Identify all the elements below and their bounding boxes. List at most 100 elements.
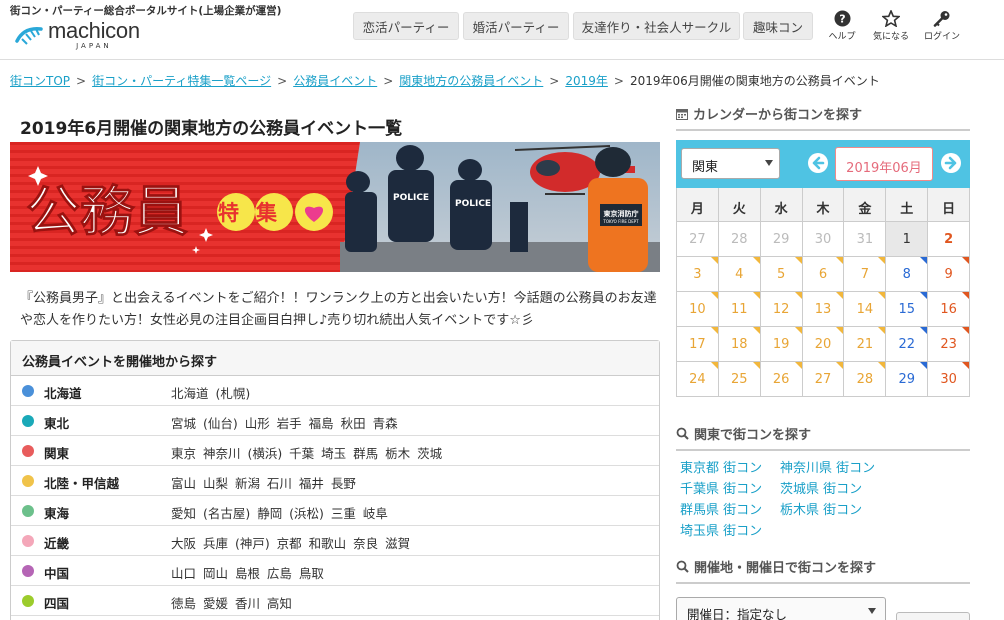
region-prefectures[interactable]: 大阪 兵庫 (神戸) 京都 和歌山 奈良 滋賀 — [171, 533, 410, 552]
event-flag-icon — [836, 362, 844, 369]
calendar-day[interactable]: 30 — [928, 362, 971, 397]
event-flag-icon — [752, 292, 760, 299]
calendar-day[interactable]: 22 — [886, 327, 929, 362]
calendar-day[interactable]: 29 — [886, 362, 929, 397]
region-dot-icon — [22, 595, 34, 607]
breadcrumb-link-top[interactable]: 街コンTOP — [10, 74, 70, 88]
calendar-day-number: 29 — [898, 372, 915, 387]
calendar-day[interactable]: 15 — [886, 292, 929, 327]
breadcrumb-link-year[interactable]: 2019年 — [565, 74, 608, 88]
calendar-day[interactable]: 5 — [760, 257, 803, 292]
feature-banner[interactable]: POLICE POLICE 東京消防庁 TOKYO FIRE DEPT 公務員 — [10, 142, 660, 272]
calendar-day[interactable]: 12 — [760, 292, 803, 327]
region-name[interactable]: 近畿 — [44, 533, 69, 552]
calendar-day-number: 18 — [731, 337, 748, 352]
prefecture-link[interactable]: 神奈川県 街コン — [780, 458, 880, 479]
calendar-day[interactable]: 10 — [677, 292, 719, 327]
calendar-day-number: 26 — [772, 372, 790, 387]
calendar-day: 31 — [844, 222, 887, 257]
prefecture-link[interactable]: 埼玉県 街コン — [680, 521, 780, 542]
event-flag-icon — [794, 257, 802, 264]
calendar-day[interactable]: 9 — [928, 257, 971, 292]
calendar-day-number: 24 — [689, 372, 706, 387]
calendar-day[interactable]: 4 — [718, 257, 761, 292]
prefecture-link[interactable]: 群馬県 街コン — [680, 500, 780, 521]
region-prefectures[interactable]: 東京 神奈川 (横浜) 千葉 埼玉 群馬 栃木 茨城 — [171, 443, 442, 462]
help-link[interactable]: ? ヘルプ — [817, 10, 867, 42]
key-icon — [933, 11, 950, 27]
region-prefectures[interactable]: 宮城 (仙台) 山形 岩手 福島 秋田 青森 — [171, 413, 398, 432]
calendar-day[interactable]: 19 — [760, 327, 803, 362]
region-name[interactable]: 東北 — [44, 413, 69, 432]
search-button[interactable] — [896, 612, 970, 620]
region-name[interactable]: 四国 — [44, 593, 69, 612]
nav-hobby-con[interactable]: 趣味コン — [743, 12, 813, 40]
feature-badge: 特集 — [217, 193, 333, 231]
calendar-day[interactable]: 3 — [677, 257, 719, 292]
fire-dept-text: 東京消防庁 — [604, 209, 639, 218]
calendar-day-number: 22 — [898, 337, 915, 352]
calendar-day[interactable]: 20 — [802, 327, 845, 362]
region-name[interactable]: 北陸・甲信越 — [44, 473, 119, 492]
calendar-day[interactable]: 6 — [802, 257, 845, 292]
prefecture-link[interactable]: 東京都 街コン — [680, 458, 780, 479]
region-name[interactable]: 関東 — [44, 443, 69, 462]
region-dot-icon — [22, 475, 34, 487]
login-link[interactable]: ログイン — [917, 10, 967, 42]
calendar-day[interactable]: 25 — [718, 362, 761, 397]
breadcrumb-separator: > — [613, 74, 624, 88]
breadcrumb-link-kanto[interactable]: 関東地方の公務員イベント — [399, 74, 543, 88]
nav-konkatsu-party[interactable]: 婚活パーティー — [463, 12, 569, 40]
prefecture-link[interactable]: 茨城県 街コン — [780, 479, 880, 500]
calendar-day[interactable]: 17 — [677, 327, 719, 362]
region-search-heading: 公務員イベントを開催地から探す — [11, 341, 659, 376]
area-select-value: 関東 — [692, 160, 719, 175]
month-display[interactable]: 2019年06月 — [835, 147, 933, 181]
date-select[interactable]: 開催日：指定なし — [676, 597, 886, 620]
calendar-day[interactable]: 13 — [802, 292, 845, 327]
event-flag-icon — [710, 257, 718, 264]
site-logo[interactable]: machicon JAPAN — [14, 20, 140, 52]
calendar-day[interactable]: 11 — [718, 292, 761, 327]
region-prefectures[interactable]: 富山 山梨 新潟 石川 福井 長野 — [171, 473, 356, 492]
nav-friends-circle[interactable]: 友達作り・社会人サークル — [573, 12, 740, 40]
region-dot-icon — [22, 505, 34, 517]
calendar-day[interactable]: 27 — [802, 362, 845, 397]
calendar-day[interactable]: 24 — [677, 362, 719, 397]
calendar-day[interactable]: 2 — [928, 222, 971, 257]
calendar-day[interactable]: 8 — [886, 257, 929, 292]
svg-text:?: ? — [839, 13, 845, 26]
prefecture-heading: 関東で街コンを探す — [676, 424, 970, 451]
favorites-link[interactable]: 気になる — [866, 10, 916, 42]
banner-title: 公務員 — [26, 179, 188, 243]
event-flag-icon — [752, 327, 760, 334]
region-name[interactable]: 北海道 — [44, 383, 82, 402]
prev-month-button[interactable] — [808, 153, 828, 173]
calendar-day-number: 14 — [856, 302, 874, 317]
region-prefectures[interactable]: 徳島 愛媛 香川 高知 — [171, 593, 292, 612]
calendar-day[interactable]: 26 — [760, 362, 803, 397]
calendar-day[interactable]: 7 — [844, 257, 887, 292]
calendar-day[interactable]: 16 — [928, 292, 971, 327]
calendar-weekday: 水 — [760, 188, 803, 222]
region-prefectures[interactable]: 北海道 (札幌) — [171, 383, 250, 402]
region-prefectures[interactable]: 山口 岡山 島根 広島 鳥取 — [171, 563, 324, 582]
region-name[interactable]: 中国 — [44, 563, 69, 582]
calendar-day: 27 — [677, 222, 719, 257]
calendar-day[interactable]: 28 — [844, 362, 887, 397]
calendar-day-number: 1 — [902, 232, 911, 247]
area-select[interactable]: 関東 — [681, 148, 780, 179]
nav-koikatsu-party[interactable]: 恋活パーティー — [353, 12, 459, 40]
calendar-day[interactable]: 1 — [886, 222, 929, 257]
prefecture-link[interactable]: 栃木県 街コン — [780, 500, 880, 521]
prefecture-link[interactable]: 千葉県 街コン — [680, 479, 780, 500]
calendar-day[interactable]: 21 — [844, 327, 887, 362]
calendar-day[interactable]: 14 — [844, 292, 887, 327]
breadcrumb-link-features[interactable]: 街コン・パーティ特集一覧ページ — [92, 74, 271, 88]
calendar-day[interactable]: 23 — [928, 327, 971, 362]
calendar-day[interactable]: 18 — [718, 327, 761, 362]
region-name[interactable]: 東海 — [44, 503, 69, 522]
region-prefectures[interactable]: 愛知 (名古屋) 静岡 (浜松) 三重 岐阜 — [171, 503, 388, 522]
breadcrumb-link-civil-servant[interactable]: 公務員イベント — [293, 74, 377, 88]
next-month-button[interactable] — [941, 153, 961, 173]
